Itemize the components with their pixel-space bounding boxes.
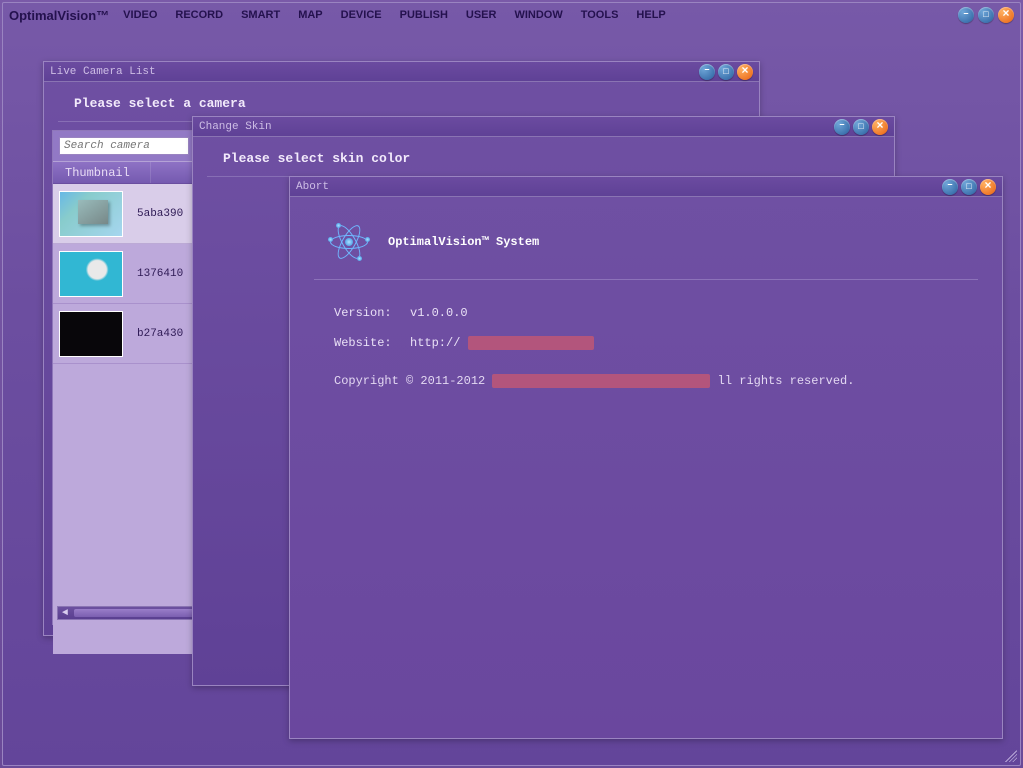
minimize-icon[interactable] <box>699 64 715 80</box>
abort-title: Abort <box>296 181 942 193</box>
redacted-mark <box>468 336 594 350</box>
skin-title: Change Skin <box>199 121 834 133</box>
menu-user[interactable]: USER <box>466 9 497 21</box>
abort-window: Abort OptimalVision™ System Version: <box>289 176 1003 739</box>
copyright-suffix: ll rights reserved. <box>718 374 855 388</box>
camera-thumbnail-icon <box>59 191 123 237</box>
abort-content: OptimalVision™ System Version: v1.0.0.0 … <box>290 197 1002 408</box>
maximize-icon[interactable] <box>718 64 734 80</box>
maximize-icon[interactable] <box>961 179 977 195</box>
skin-titlebar[interactable]: Change Skin <box>193 117 894 137</box>
website-value[interactable]: http:// <box>410 336 594 350</box>
menu-device[interactable]: DEVICE <box>341 9 382 21</box>
minimize-icon[interactable] <box>942 179 958 195</box>
search-input[interactable] <box>59 137 189 155</box>
menu-video[interactable]: VIDEO <box>123 9 157 21</box>
website-row: Website: http:// <box>314 328 978 358</box>
abort-logo-row: OptimalVision™ System <box>314 217 978 279</box>
camera-label: b27a430 <box>129 328 183 340</box>
menu-smart[interactable]: SMART <box>241 9 280 21</box>
app-titlebar: OptimalVision™ VIDEO RECORD SMART MAP DE… <box>3 3 1020 27</box>
system-name: OptimalVision™ System <box>388 235 539 249</box>
copyright-row: Copyright © 2011-2012 ll rights reserved… <box>314 358 978 388</box>
camera-thumbnail-icon <box>59 251 123 297</box>
abort-titlebar[interactable]: Abort <box>290 177 1002 197</box>
redacted-mark <box>492 374 710 388</box>
skin-heading: Please select skin color <box>193 137 894 176</box>
website-link-text[interactable]: http:// <box>410 336 460 350</box>
menu-record[interactable]: RECORD <box>175 9 223 21</box>
menu-tools[interactable]: TOOLS <box>581 9 619 21</box>
close-icon[interactable] <box>998 7 1014 23</box>
menu-help[interactable]: HELP <box>636 9 665 21</box>
version-row: Version: v1.0.0.0 <box>314 298 978 328</box>
app-window-buttons <box>958 7 1014 23</box>
close-icon[interactable] <box>872 119 888 135</box>
live-title: Live Camera List <box>50 66 699 78</box>
col-thumbnail[interactable]: Thumbnail <box>53 162 151 183</box>
website-label: Website: <box>334 336 410 350</box>
minimize-icon[interactable] <box>834 119 850 135</box>
app-title: OptimalVision™ <box>9 8 109 23</box>
atom-logo-icon <box>328 221 370 263</box>
menu-publish[interactable]: PUBLISH <box>400 9 448 21</box>
resize-grip-icon[interactable] <box>1005 750 1017 762</box>
minimize-icon[interactable] <box>958 7 974 23</box>
camera-label: 1376410 <box>129 268 183 280</box>
version-value: v1.0.0.0 <box>410 306 468 320</box>
menu-window[interactable]: WINDOW <box>514 9 562 21</box>
camera-label: 5aba390 <box>129 208 183 220</box>
live-titlebar[interactable]: Live Camera List <box>44 62 759 82</box>
menu-map[interactable]: MAP <box>298 9 322 21</box>
camera-thumbnail-icon <box>59 311 123 357</box>
app-frame: OptimalVision™ VIDEO RECORD SMART MAP DE… <box>2 2 1021 766</box>
close-icon[interactable] <box>737 64 753 80</box>
maximize-icon[interactable] <box>853 119 869 135</box>
divider <box>314 279 978 280</box>
close-icon[interactable] <box>980 179 996 195</box>
copyright-prefix: Copyright © 2011-2012 <box>334 374 485 388</box>
version-label: Version: <box>334 306 410 320</box>
maximize-icon[interactable] <box>978 7 994 23</box>
scroll-left-icon[interactable]: ◄ <box>58 607 72 619</box>
main-menu: VIDEO RECORD SMART MAP DEVICE PUBLISH US… <box>123 9 666 21</box>
